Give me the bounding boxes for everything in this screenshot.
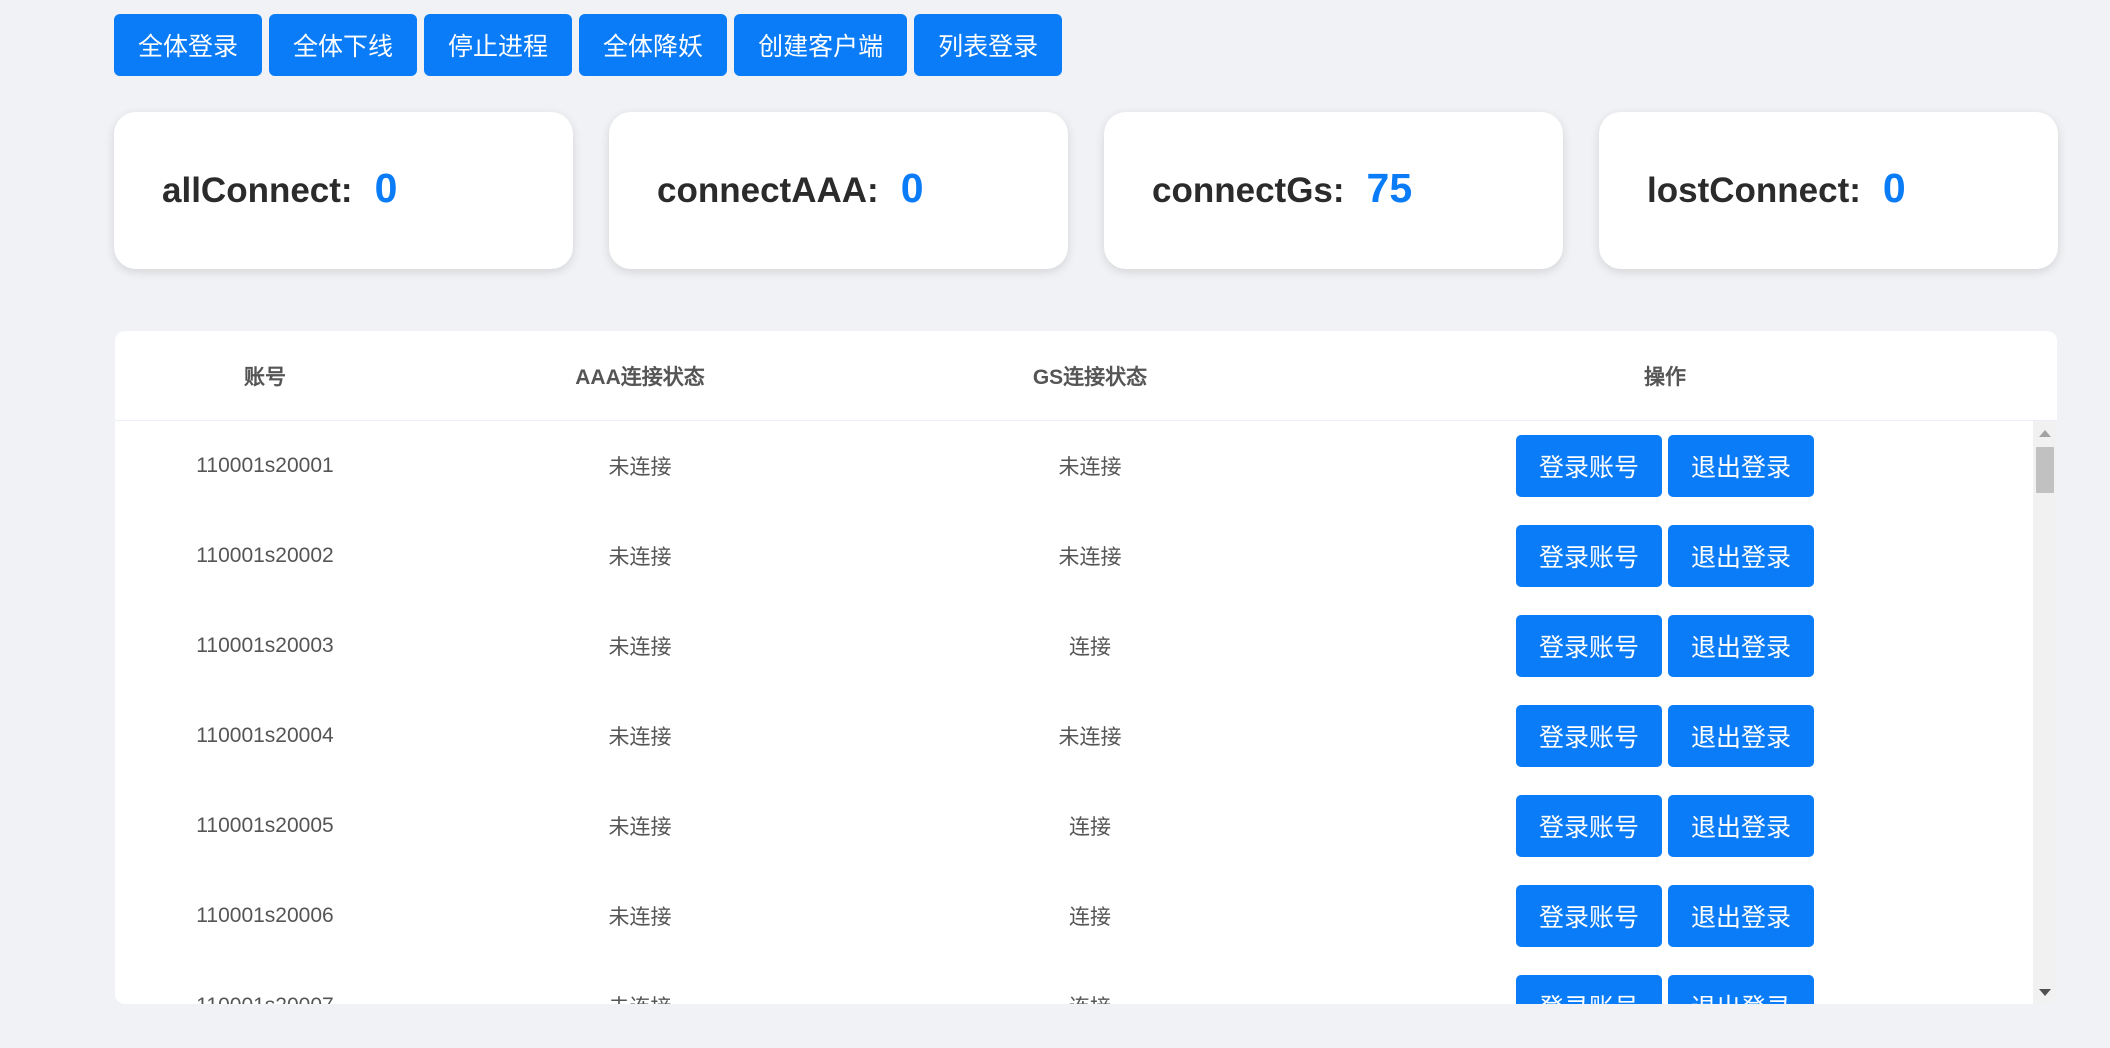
subdue-all-button[interactable]: 全体降妖	[579, 14, 728, 76]
operations-cell: 登录账号 退出登录	[1315, 961, 2015, 1004]
login-account-button[interactable]: 登录账号	[1516, 615, 1662, 677]
aaa-status-cell: 未连接	[415, 961, 865, 1004]
logout-all-button[interactable]: 全体下线	[269, 14, 418, 76]
column-header-gs-status[interactable]: GS连接状态	[865, 331, 1315, 421]
gs-status-cell: 连接	[1069, 906, 1111, 929]
aaa-status-cell: 未连接	[608, 636, 672, 659]
operations-cell: 登录账号 退出登录	[1315, 871, 2015, 961]
table-row: 110001s20002 未连接 未连接 登录账号 退出登录	[115, 511, 2033, 601]
gs-status-cell: 未连接	[1058, 456, 1122, 479]
table-row: 110001s20001 未连接 未连接 登录账号 退出登录	[115, 421, 2033, 511]
account-cell: 110001s20002	[196, 544, 334, 567]
table-header: 账号 AAA连接状态 GS连接状态 操作	[115, 331, 2057, 421]
login-account-button[interactable]: 登录账号	[1516, 795, 1662, 857]
stat-card-all-connect: allConnect: 0	[114, 112, 573, 269]
vertical-scrollbar[interactable]	[2033, 421, 2057, 1004]
login-account-button[interactable]: 登录账号	[1516, 885, 1662, 947]
logout-button[interactable]: 退出登录	[1668, 975, 1814, 1004]
operations-cell: 登录账号 退出登录	[1315, 601, 2015, 691]
aaa-status-cell: 未连接	[608, 816, 672, 839]
gs-status-cell: 连接	[1069, 636, 1111, 659]
stat-card-connect-aaa: connectAAA: 0	[609, 112, 1068, 269]
aaa-status-cell: 未连接	[608, 906, 672, 929]
operations-cell: 登录账号 退出登录	[1315, 511, 2015, 601]
toolbar: 全体登录 全体下线 停止进程 全体降妖 创建客户端 列表登录	[114, 14, 1063, 76]
stats-row: allConnect: 0 connectAAA: 0 connectGs: 7…	[114, 112, 2058, 269]
logout-button[interactable]: 退出登录	[1668, 435, 1814, 497]
logout-button[interactable]: 退出登录	[1668, 795, 1814, 857]
stat-value: 75	[1366, 165, 1413, 211]
stop-process-button[interactable]: 停止进程	[424, 14, 573, 76]
account-cell: 110001s20006	[196, 904, 334, 927]
aaa-status-cell: 未连接	[608, 726, 672, 749]
stat-value: 0	[374, 165, 398, 211]
logout-button[interactable]: 退出登录	[1668, 885, 1814, 947]
aaa-status-cell: 未连接	[608, 456, 672, 479]
table-body[interactable]: 110001s20001 未连接 未连接 登录账号 退出登录 110001s20…	[115, 421, 2033, 1004]
account-cell: 110001s20004	[196, 724, 334, 747]
aaa-status-cell: 未连接	[608, 546, 672, 569]
column-header-aaa-status[interactable]: AAA连接状态	[415, 331, 865, 421]
stat-card-connect-gs: connectGs: 75	[1104, 112, 1563, 269]
account-cell: 110001s20007	[115, 961, 415, 1004]
table-row: 110001s20005 未连接 连接 登录账号 退出登录	[115, 781, 2033, 871]
account-cell: 110001s20001	[196, 454, 334, 477]
logout-button[interactable]: 退出登录	[1668, 705, 1814, 767]
stat-value: 0	[900, 165, 924, 211]
operations-cell: 登录账号 退出登录	[1315, 421, 2015, 511]
gs-status-cell: 未连接	[1058, 546, 1122, 569]
account-cell: 110001s20003	[196, 634, 334, 657]
login-account-button[interactable]: 登录账号	[1516, 705, 1662, 767]
login-account-button[interactable]: 登录账号	[1516, 435, 1662, 497]
table-row: 110001s20006 未连接 连接 登录账号 退出登录	[115, 871, 2033, 961]
login-account-button[interactable]: 登录账号	[1516, 525, 1662, 587]
stat-label: lostConnect:	[1647, 170, 1861, 210]
account-cell: 110001s20005	[196, 814, 334, 837]
login-account-button[interactable]: 登录账号	[1516, 975, 1662, 1004]
scroll-thumb[interactable]	[2036, 447, 2054, 493]
stat-card-lost-connect: lostConnect: 0	[1599, 112, 2058, 269]
account-table: 账号 AAA连接状态 GS连接状态 操作 110001s20001 未连接 未连…	[115, 331, 2057, 1004]
operations-cell: 登录账号 退出登录	[1315, 691, 2015, 781]
create-client-button[interactable]: 创建客户端	[734, 14, 908, 76]
gs-status-cell: 连接	[1069, 816, 1111, 839]
logout-button[interactable]: 退出登录	[1668, 525, 1814, 587]
stat-value: 0	[1882, 165, 1906, 211]
login-all-button[interactable]: 全体登录	[114, 14, 263, 76]
column-header-account[interactable]: 账号	[115, 331, 415, 421]
column-header-operations[interactable]: 操作	[1315, 331, 2015, 421]
table-row: 110001s20004 未连接 未连接 登录账号 退出登录	[115, 691, 2033, 781]
stat-label: connectGs:	[1152, 170, 1345, 210]
table-row: 110001s20003 未连接 连接 登录账号 退出登录	[115, 601, 2033, 691]
table-row: 110001s20007 未连接 连接 登录账号 退出登录	[115, 961, 2033, 1004]
gs-status-cell: 连接	[865, 961, 1315, 1004]
operations-cell: 登录账号 退出登录	[1315, 781, 2015, 871]
list-login-button[interactable]: 列表登录	[914, 14, 1063, 76]
logout-button[interactable]: 退出登录	[1668, 615, 1814, 677]
stat-label: connectAAA:	[657, 170, 879, 210]
gs-status-cell: 未连接	[1058, 726, 1122, 749]
scroll-down-arrow-icon[interactable]	[2033, 982, 2057, 1002]
scroll-up-arrow-icon[interactable]	[2033, 423, 2057, 443]
stat-label: allConnect:	[162, 170, 353, 210]
